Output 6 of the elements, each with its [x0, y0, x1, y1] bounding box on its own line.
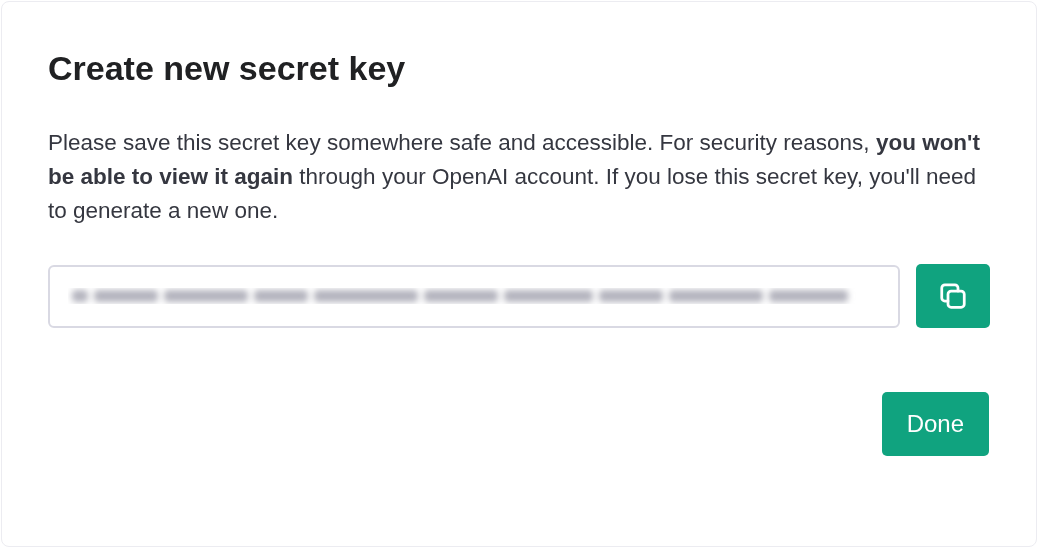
copy-button[interactable]: [916, 264, 990, 328]
dialog-title: Create new secret key: [48, 48, 407, 89]
key-field[interactable]: [48, 264, 901, 328]
dialog-message: Please save this secret key somewhere safe and accessible. For security reasons, you won't be able to view it again through your OpenAI account. If you lose this secret key, you'll need to generate a new one.: [48, 129, 981, 225]
copy-icon: [938, 281, 969, 311]
done-button[interactable]: Done: [881, 392, 989, 456]
